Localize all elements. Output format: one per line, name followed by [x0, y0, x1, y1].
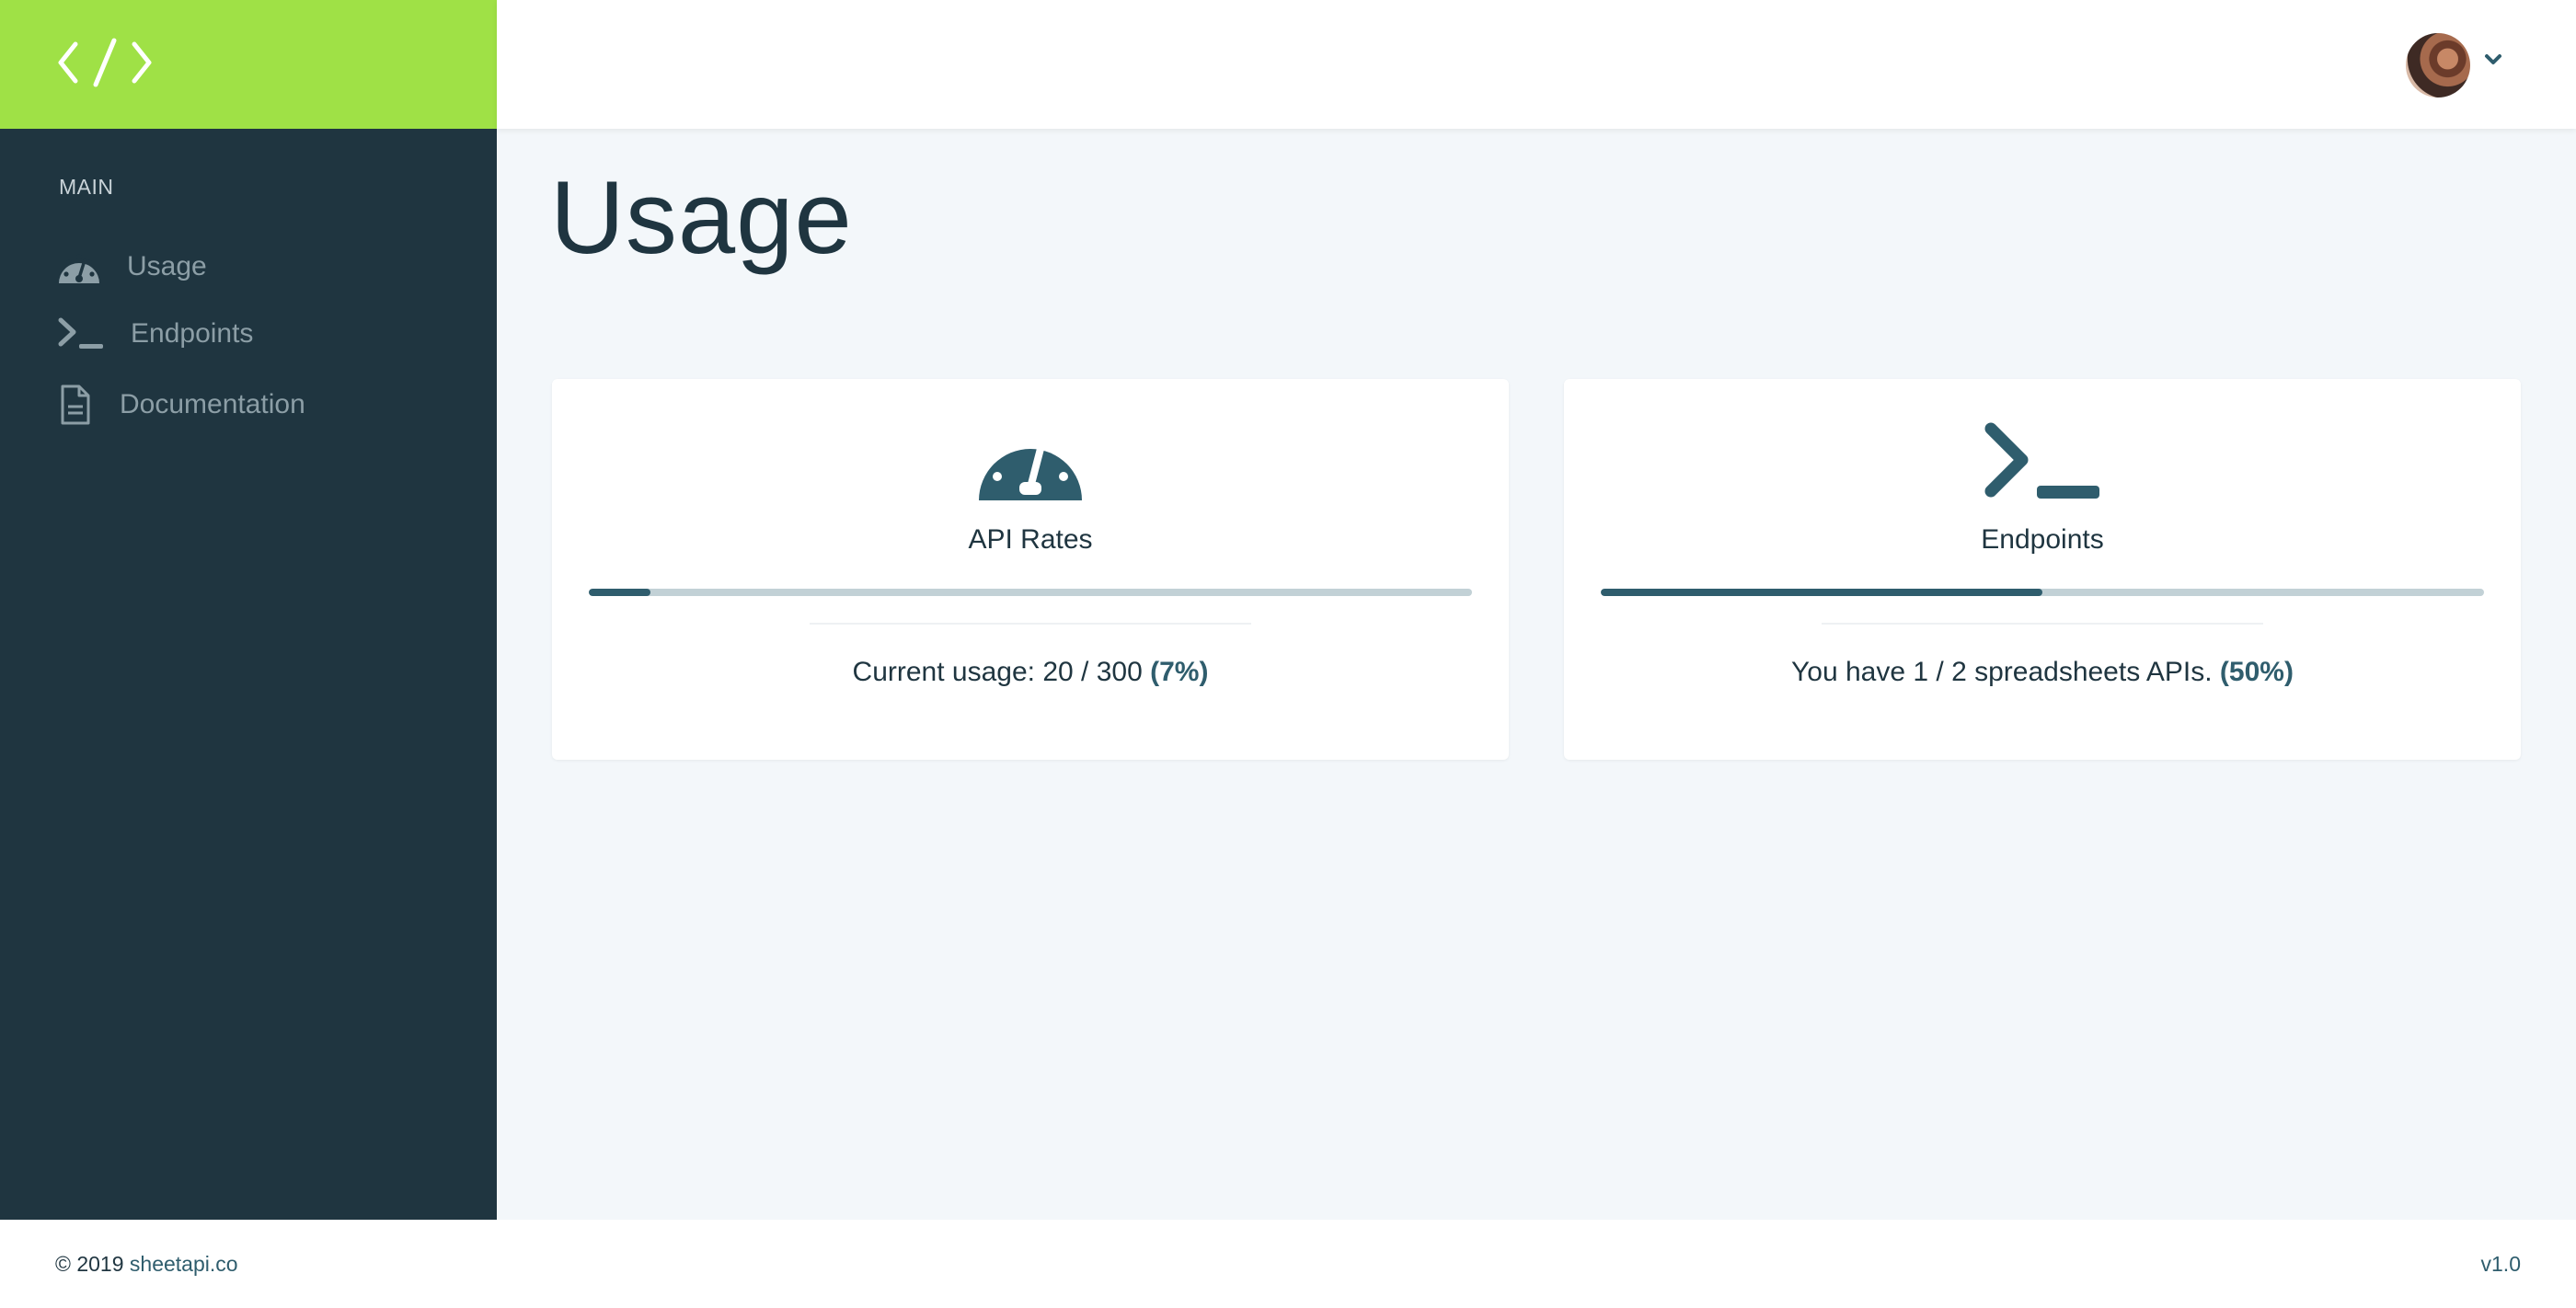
sidebar-item-label: Usage	[127, 251, 207, 281]
code-icon[interactable]	[57, 37, 153, 93]
chevron-down-icon[interactable]	[2484, 53, 2502, 71]
endpoints-stat: You have 1 / 2 spreadsheets APIs. (50%)	[1564, 657, 2521, 688]
sidebar-heading: MAIN	[59, 175, 114, 199]
sidebar-item-documentation[interactable]: Documentation	[57, 384, 305, 425]
sidebar-item-endpoints[interactable]: Endpoints	[57, 316, 253, 351]
top-header	[497, 0, 2576, 129]
endpoints-card: Endpoints You have 1 / 2 spreadsheets AP…	[1564, 379, 2521, 760]
card-title: Endpoints	[1981, 524, 2104, 555]
terminal-icon	[57, 316, 105, 351]
footer-copyright: © 2019 sheetapi.co	[55, 1252, 238, 1277]
sidebar-item-usage[interactable]: Usage	[57, 248, 207, 285]
brand-bar	[0, 0, 497, 129]
sidebar-item-label: Documentation	[120, 389, 305, 419]
progress-fill	[1601, 589, 2042, 596]
usage-stat: Current usage: 20 / 300 (7%)	[552, 657, 1509, 688]
endpoints-progress	[1601, 589, 2484, 596]
app-version: v1.0	[2480, 1251, 2521, 1276]
card-title: API Rates	[968, 524, 1093, 555]
endpoints-stat-text: You have 1 / 2 spreadsheets APIs.	[1791, 657, 2213, 687]
usage-stat-percent: (7%)	[1150, 657, 1209, 687]
usage-stat-text: Current usage: 20 / 300	[852, 657, 1143, 687]
dashboard-icon	[57, 248, 101, 285]
api-rates-card: API Rates Current usage: 20 / 300 (7%)	[552, 379, 1509, 760]
api-rates-progress	[589, 589, 1472, 596]
divider	[810, 623, 1251, 625]
progress-fill	[589, 589, 651, 596]
user-avatar[interactable]	[2406, 33, 2470, 98]
page-title: Usage	[550, 160, 853, 275]
endpoints-stat-percent: (50%)	[2219, 657, 2294, 687]
sidebar: MAIN Usage Endpoints Documentation	[0, 129, 497, 1220]
app: MAIN Usage Endpoints Documentation Usage…	[0, 0, 2576, 1308]
terminal-icon	[1564, 419, 2521, 508]
divider	[1822, 623, 2263, 625]
footer: © 2019 sheetapi.co v1.0	[0, 1220, 2576, 1308]
document-icon	[57, 384, 94, 425]
footer-link[interactable]: sheetapi.co	[130, 1252, 238, 1276]
copyright-text: © 2019	[55, 1251, 124, 1276]
sidebar-item-label: Endpoints	[131, 318, 254, 349]
dashboard-icon	[552, 419, 1509, 508]
